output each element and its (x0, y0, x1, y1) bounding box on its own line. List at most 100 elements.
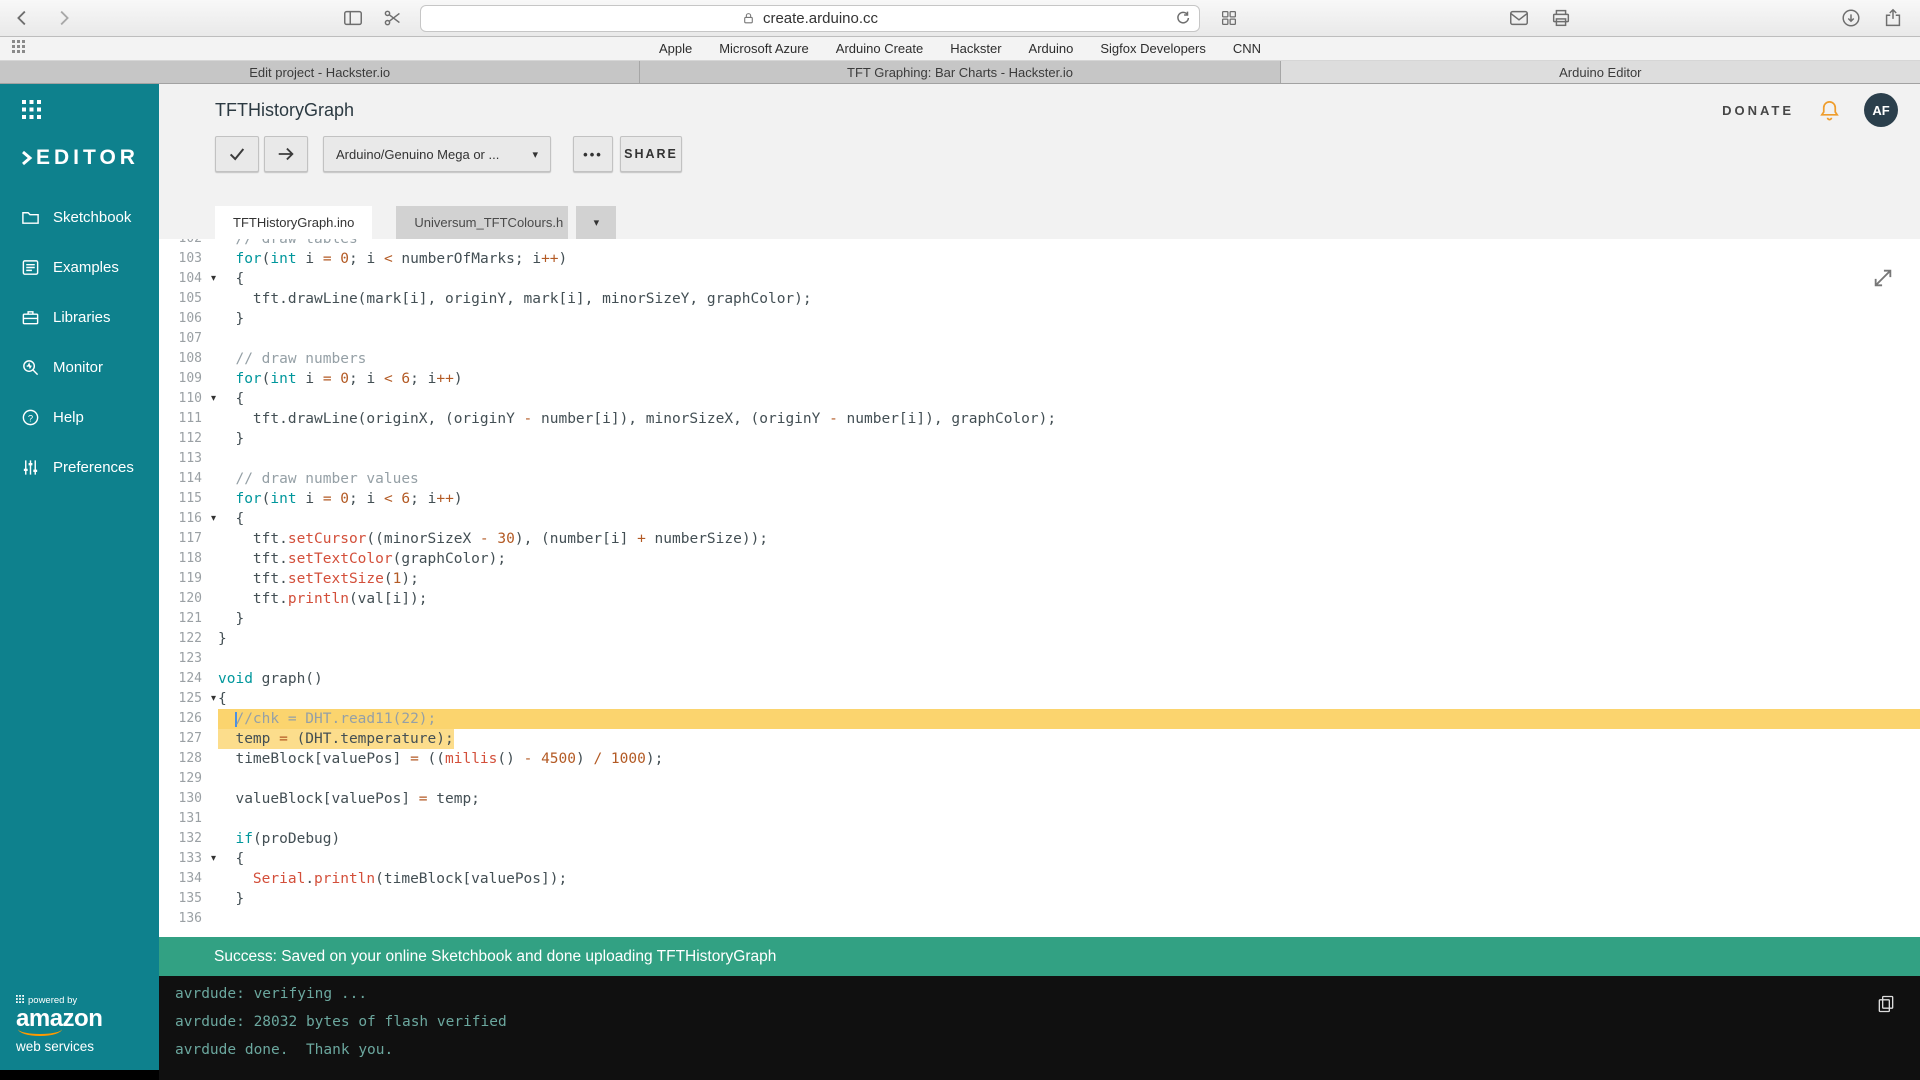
code-line[interactable]: 105 tft.drawLine(mark[i], originY, mark[… (159, 289, 1920, 309)
donate-link[interactable]: DONATE (1722, 103, 1794, 118)
fold-caret-icon[interactable]: ▾ (211, 389, 216, 409)
address-bar[interactable]: create.arduino.cc (420, 4, 1200, 32)
code-line[interactable]: 128 timeBlock[valuePos] = ((millis() - 4… (159, 749, 1920, 769)
code-line[interactable]: 130 valueBlock[valuePos] = temp; (159, 789, 1920, 809)
code-token: (proDebug) (252, 831, 341, 847)
browser-tab-tft-graphing[interactable]: TFT Graphing: Bar Charts - Hackster.io (640, 61, 1281, 83)
examples-list-icon (20, 257, 40, 277)
upload-button[interactable] (264, 136, 308, 172)
code-token: ) (453, 371, 463, 387)
copy-console-icon[interactable] (1876, 994, 1896, 1018)
back-icon[interactable] (10, 5, 36, 31)
code-editor[interactable]: 102 // draw tables103 for(int i = 0; i <… (159, 239, 1920, 937)
fold-caret-icon[interactable]: ▾ (211, 689, 216, 709)
code-line[interactable]: 134 Serial.println(timeBlock[valuePos]); (159, 869, 1920, 889)
code-line[interactable]: 120 tft.println(val[i]); (159, 589, 1920, 609)
code-line[interactable]: 124 void graph() (159, 669, 1920, 689)
code-line[interactable]: 111 tft.drawLine(originX, (originY - num… (159, 409, 1920, 429)
more-options-button[interactable]: ••• (573, 136, 613, 172)
scissors-icon[interactable] (380, 5, 406, 31)
code-line[interactable]: 113 (159, 449, 1920, 469)
sidebar-item-sketchbook[interactable]: Sketchbook (0, 192, 159, 242)
code-line[interactable]: 114 // draw number values (159, 469, 1920, 489)
forward-icon[interactable] (50, 5, 76, 31)
code-line[interactable]: 125 ▾{ (159, 689, 1920, 709)
code-line[interactable]: 135 } (159, 889, 1920, 909)
code-token: = (322, 251, 332, 267)
verify-button[interactable] (215, 136, 259, 172)
code-line[interactable]: 127 temp = (DHT.temperature); (159, 729, 1920, 749)
sidebar-item-help[interactable]: ? Help (0, 392, 159, 442)
code-token: ++ (436, 371, 454, 387)
code-line[interactable]: 118 tft.setTextColor(graphColor); (159, 549, 1920, 569)
sidebar-toggle-icon[interactable] (340, 5, 366, 31)
bookmark-apple[interactable]: Apple (659, 41, 692, 56)
code-line[interactable]: 106 } (159, 309, 1920, 329)
code-line[interactable]: 129 (159, 769, 1920, 789)
code-line[interactable]: 119 tft.setTextSize(1); (159, 569, 1920, 589)
code-token: int (270, 251, 297, 267)
code-line[interactable]: 133 ▾ { (159, 849, 1920, 869)
code-token: setTextColor (287, 551, 393, 567)
code-line[interactable]: 102 // draw tables (159, 239, 1920, 249)
code-token: / (593, 751, 603, 767)
sidebar-item-monitor[interactable]: Monitor (0, 342, 159, 392)
bookmark-arduino[interactable]: Arduino (1029, 41, 1074, 56)
user-avatar[interactable]: AF (1864, 93, 1898, 127)
share-button[interactable]: SHARE (620, 136, 682, 172)
code-line[interactable]: 132 if(proDebug) (159, 829, 1920, 849)
notifications-bell-icon[interactable] (1816, 97, 1842, 123)
code-token: // draw numbers (218, 351, 367, 367)
code-line[interactable]: 103 for(int i = 0; i < numberOfMarks; i+… (159, 249, 1920, 269)
bookmark-arduino-create[interactable]: Arduino Create (836, 41, 923, 56)
code-line[interactable]: 110 ▾ { (159, 389, 1920, 409)
code-token: Serial (252, 871, 306, 887)
bookmark-sigfox-developers[interactable]: Sigfox Developers (1100, 41, 1206, 56)
code-token: number[i]), minorSizeX, (originY (532, 411, 830, 427)
fullscreen-expand-icon[interactable] (1872, 267, 1894, 293)
bookmark-cnn[interactable]: CNN (1233, 41, 1261, 56)
bookmark-microsoft-azure[interactable]: Microsoft Azure (719, 41, 809, 56)
board-selector-dropdown[interactable]: Arduino/Genuino Mega or ... ▾ (323, 136, 551, 172)
code-line[interactable]: 116 ▾ { (159, 509, 1920, 529)
checkmark-icon (229, 148, 245, 161)
mail-icon[interactable] (1506, 5, 1532, 31)
fold-caret-icon[interactable]: ▾ (211, 509, 216, 529)
browser-tab-edit-project[interactable]: Edit project - Hackster.io (0, 61, 641, 83)
favorites-bar: Apple Microsoft Azure Arduino Create Hac… (0, 37, 1920, 61)
sidebar-item-preferences[interactable]: Preferences (0, 442, 159, 492)
editor-logo[interactable]: EDITOR (18, 146, 159, 170)
fold-caret-icon[interactable]: ▾ (211, 269, 216, 289)
browser-tab-arduino-editor[interactable]: Arduino Editor (1280, 61, 1920, 83)
sidebar-item-libraries[interactable]: Libraries (0, 292, 159, 342)
code-line[interactable]: 136 (159, 909, 1920, 929)
apps-grid-icon[interactable] (22, 100, 42, 120)
editor-tab-colours[interactable]: Universum_TFTColours.h (396, 206, 569, 239)
print-icon[interactable] (1548, 5, 1574, 31)
code-line[interactable]: 104 ▾ { (159, 269, 1920, 289)
reload-icon[interactable] (1174, 9, 1192, 31)
share-icon[interactable] (1880, 5, 1906, 31)
code-line[interactable]: 117 tft.setCursor((minorSizeX - 30), (nu… (159, 529, 1920, 549)
code-line[interactable]: 121 } (159, 609, 1920, 629)
svg-text:?: ? (27, 413, 32, 424)
code-line[interactable]: 122} (159, 629, 1920, 649)
code-line[interactable]: 108 // draw numbers (159, 349, 1920, 369)
tab-grid-icon[interactable] (1216, 5, 1242, 31)
code-line[interactable]: 109 for(int i = 0; i < 6; i++) (159, 369, 1920, 389)
sidebar-item-examples[interactable]: Examples (0, 242, 159, 292)
code-line[interactable]: 107 (159, 329, 1920, 349)
code-token: ; i (349, 371, 384, 387)
bookmark-hackster[interactable]: Hackster (950, 41, 1001, 56)
editor-tab-ino[interactable]: TFTHistoryGraph.ino (215, 206, 373, 239)
downloads-icon[interactable] (1838, 5, 1864, 31)
tab-list-dropdown[interactable]: ▾ (576, 206, 617, 239)
code-line[interactable]: 131 (159, 809, 1920, 829)
code-line[interactable]: 123 (159, 649, 1920, 669)
code-line[interactable]: 115 for(int i = 0; i < 6; i++) (159, 489, 1920, 509)
fold-caret-icon[interactable]: ▾ (211, 849, 216, 869)
code-line[interactable]: 126 //chk = DHT.read11(22); (159, 709, 1920, 729)
code-line[interactable]: 112 } (159, 429, 1920, 449)
